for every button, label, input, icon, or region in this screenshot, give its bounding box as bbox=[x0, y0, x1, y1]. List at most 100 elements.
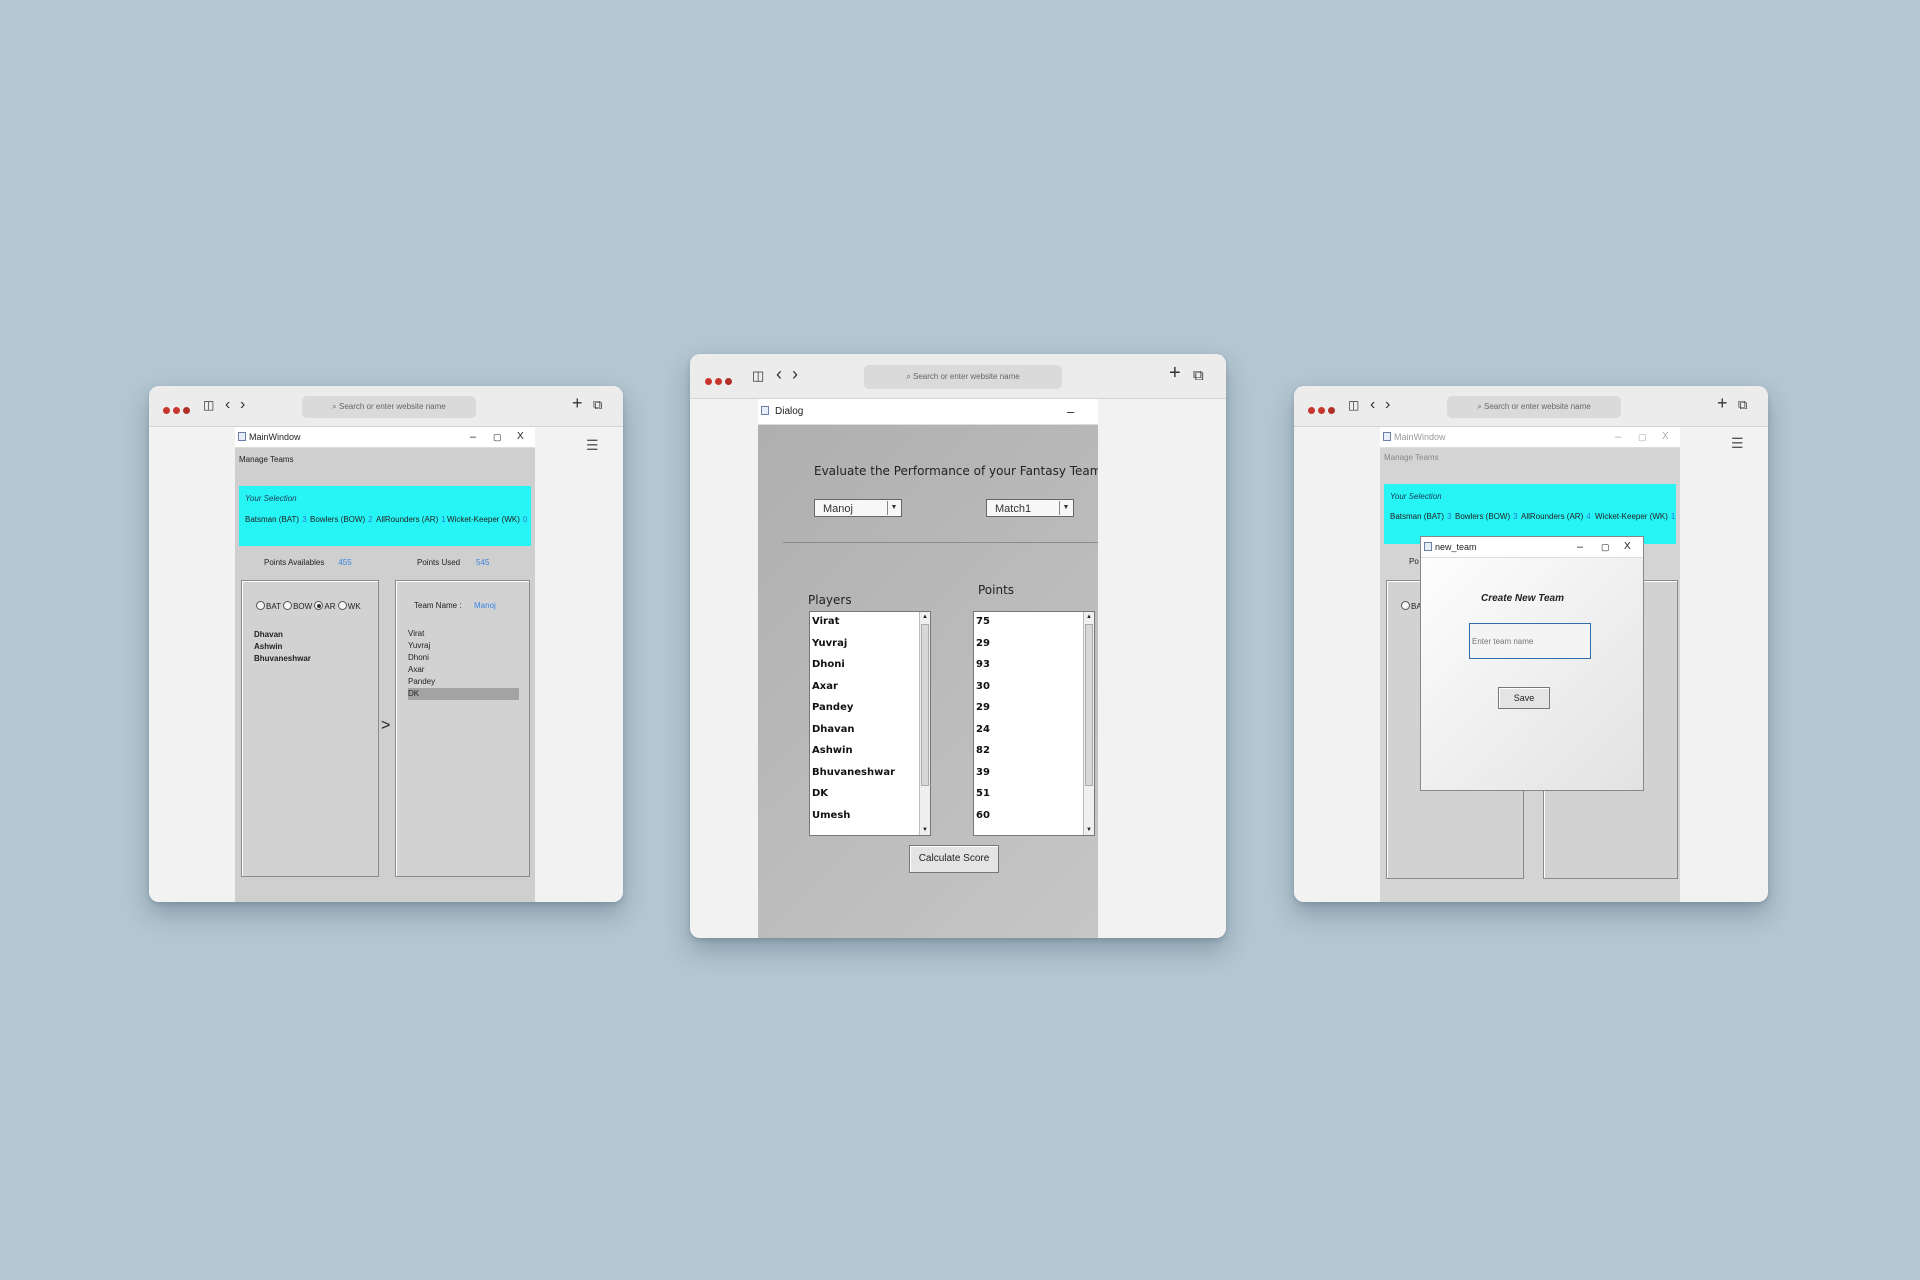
player-row[interactable]: Dhoni bbox=[812, 659, 845, 670]
browser-toolbar: ◫ ‹ › ⌕ Search or enter website name + ⧉ bbox=[690, 354, 1226, 399]
app-icon bbox=[238, 432, 246, 441]
available-players-list[interactable]: Dhavan Ashwin Bhuvaneshwar bbox=[254, 629, 364, 665]
window-title: MainWindow bbox=[1394, 432, 1446, 442]
window-traffic-lights[interactable] bbox=[705, 372, 735, 390]
radio-ar[interactable]: AR bbox=[314, 601, 336, 611]
minimize-icon[interactable]: – bbox=[470, 427, 476, 447]
tabs-overview-icon[interactable]: ⧉ bbox=[1193, 366, 1204, 386]
forward-icon[interactable]: › bbox=[792, 364, 798, 384]
menu-manage-teams[interactable]: Manage Teams bbox=[239, 455, 294, 464]
points-row[interactable]: 51 bbox=[976, 788, 990, 799]
points-row[interactable]: 39 bbox=[976, 767, 990, 778]
app-icon bbox=[761, 406, 769, 415]
player-row[interactable]: Ashwin bbox=[812, 745, 853, 756]
stat-bat: Batsman (BAT) 3 bbox=[1390, 512, 1452, 521]
scroll-thumb[interactable] bbox=[921, 624, 929, 786]
menu-icon[interactable]: ☰ bbox=[586, 437, 599, 454]
scroll-thumb[interactable] bbox=[1085, 624, 1093, 786]
right-browser-window: ◫ ‹ › ⌕ Search or enter website name + ⧉… bbox=[1294, 386, 1768, 902]
minimize-icon[interactable]: – bbox=[1577, 537, 1583, 557]
tabs-overview-icon[interactable]: ⧉ bbox=[593, 395, 602, 415]
points-row[interactable]: 30 bbox=[976, 681, 990, 692]
list-item[interactable]: Yuvraj bbox=[408, 640, 519, 652]
players-scrollbar[interactable]: ▲ ▼ bbox=[919, 612, 930, 835]
points-row[interactable]: 75 bbox=[976, 616, 990, 627]
player-row[interactable]: Virat bbox=[812, 616, 839, 627]
points-row[interactable]: 82 bbox=[976, 745, 990, 756]
address-bar[interactable]: ⌕ Search or enter website name bbox=[302, 396, 476, 418]
forward-icon[interactable]: › bbox=[240, 395, 245, 415]
match-select[interactable]: Match1 ▼ bbox=[986, 499, 1074, 517]
points-scrollbar[interactable]: ▲ ▼ bbox=[1083, 612, 1094, 835]
scroll-up-icon[interactable]: ▲ bbox=[1084, 612, 1094, 622]
address-bar[interactable]: ⌕ Search or enter website name bbox=[864, 365, 1062, 389]
list-item[interactable]: Pandey bbox=[408, 676, 519, 688]
back-icon[interactable]: ‹ bbox=[225, 395, 230, 415]
minimize-icon[interactable]: – bbox=[1615, 427, 1621, 447]
maximize-icon[interactable]: ▢ bbox=[493, 427, 502, 447]
back-icon[interactable]: ‹ bbox=[1370, 395, 1375, 415]
close-icon[interactable]: X bbox=[517, 427, 524, 447]
window-traffic-lights[interactable] bbox=[1308, 401, 1338, 419]
save-button[interactable]: Save bbox=[1498, 687, 1550, 709]
create-team-heading: Create New Team bbox=[1481, 593, 1564, 604]
team-name-input[interactable] bbox=[1469, 623, 1591, 659]
points-row[interactable]: 60 bbox=[976, 810, 990, 821]
search-icon: ⌕ bbox=[906, 372, 913, 381]
scroll-down-icon[interactable]: ▼ bbox=[920, 825, 930, 835]
list-item[interactable]: Dhoni bbox=[408, 652, 519, 664]
points-row[interactable]: 29 bbox=[976, 638, 990, 649]
list-item[interactable]: Ashwin bbox=[254, 641, 364, 653]
radio-bat[interactable]: BAT bbox=[256, 601, 281, 611]
team-players-list[interactable]: Virat Yuvraj Dhoni Axar Pandey DK bbox=[408, 628, 519, 700]
new-tab-icon[interactable]: + bbox=[1717, 393, 1728, 413]
points-row[interactable]: 93 bbox=[976, 659, 990, 670]
player-row[interactable]: Dhavan bbox=[812, 724, 855, 735]
menu-icon[interactable]: ☰ bbox=[1731, 435, 1744, 452]
player-row[interactable]: Axar bbox=[812, 681, 838, 692]
maximize-icon[interactable]: ▢ bbox=[1601, 537, 1610, 557]
available-players-frame: BAT BOW AR WK Dhavan Ashwin Bhuvaneshwar bbox=[241, 580, 379, 877]
minimize-icon[interactable]: – bbox=[1067, 399, 1074, 424]
new-tab-icon[interactable]: + bbox=[1169, 363, 1181, 383]
scroll-up-icon[interactable]: ▲ bbox=[920, 612, 930, 622]
sidebar-toggle-icon[interactable]: ◫ bbox=[203, 395, 214, 415]
player-row[interactable]: Bhuvaneshwar bbox=[812, 767, 895, 778]
new-tab-icon[interactable]: + bbox=[572, 393, 583, 413]
window-traffic-lights[interactable] bbox=[163, 401, 193, 419]
back-icon[interactable]: ‹ bbox=[776, 364, 782, 384]
list-item[interactable]: Virat bbox=[408, 628, 519, 640]
radio-bow[interactable]: BOW bbox=[283, 601, 312, 611]
list-item[interactable]: Axar bbox=[408, 664, 519, 676]
close-icon[interactable]: X bbox=[1662, 427, 1669, 447]
close-icon[interactable]: X bbox=[1624, 537, 1631, 557]
move-right-arrow-icon[interactable]: > bbox=[381, 717, 390, 735]
sidebar-toggle-icon[interactable]: ◫ bbox=[752, 366, 764, 386]
radio-bat[interactable]: BA bbox=[1401, 601, 1422, 611]
players-listbox[interactable]: Virat Yuvraj Dhoni Axar Pandey Dhavan Ashwin Bh… bbox=[809, 611, 931, 836]
player-row[interactable]: Yuvraj bbox=[812, 638, 847, 649]
player-row[interactable]: Umesh bbox=[812, 810, 850, 821]
sidebar-toggle-icon[interactable]: ◫ bbox=[1348, 395, 1359, 415]
player-row[interactable]: Pandey bbox=[812, 702, 853, 713]
team-players-frame: Team Name : Manoj Virat Yuvraj Dhoni Axa… bbox=[395, 580, 530, 877]
scroll-down-icon[interactable]: ▼ bbox=[1084, 825, 1094, 835]
radio-wk[interactable]: WK bbox=[337, 601, 361, 611]
address-bar[interactable]: ⌕ Search or enter website name bbox=[1447, 396, 1621, 418]
window-titlebar: Dialog – ▢ X bbox=[758, 399, 1098, 425]
calculate-score-button[interactable]: Calculate Score bbox=[909, 845, 999, 873]
maximize-icon[interactable]: ▢ bbox=[1638, 427, 1647, 447]
menu-manage-teams[interactable]: Manage Teams bbox=[1384, 453, 1439, 462]
points-row[interactable]: 24 bbox=[976, 724, 990, 735]
player-row[interactable]: DK bbox=[812, 788, 828, 799]
points-listbox[interactable]: 75 29 93 30 29 24 82 39 51 60 ▲ ▼ bbox=[973, 611, 1095, 836]
points-row[interactable]: 29 bbox=[976, 702, 990, 713]
list-item[interactable]: Bhuvaneshwar bbox=[254, 653, 364, 665]
selection-header: Your Selection bbox=[1390, 492, 1442, 501]
list-item-selected[interactable]: DK bbox=[408, 688, 519, 700]
forward-icon[interactable]: › bbox=[1385, 395, 1390, 415]
list-item[interactable]: Dhavan bbox=[254, 629, 364, 641]
team-select[interactable]: Manoj ▼ bbox=[814, 499, 902, 517]
tabs-overview-icon[interactable]: ⧉ bbox=[1738, 395, 1747, 415]
stat-wk: Wicket-Keeper (WK) 1 bbox=[1595, 512, 1676, 521]
